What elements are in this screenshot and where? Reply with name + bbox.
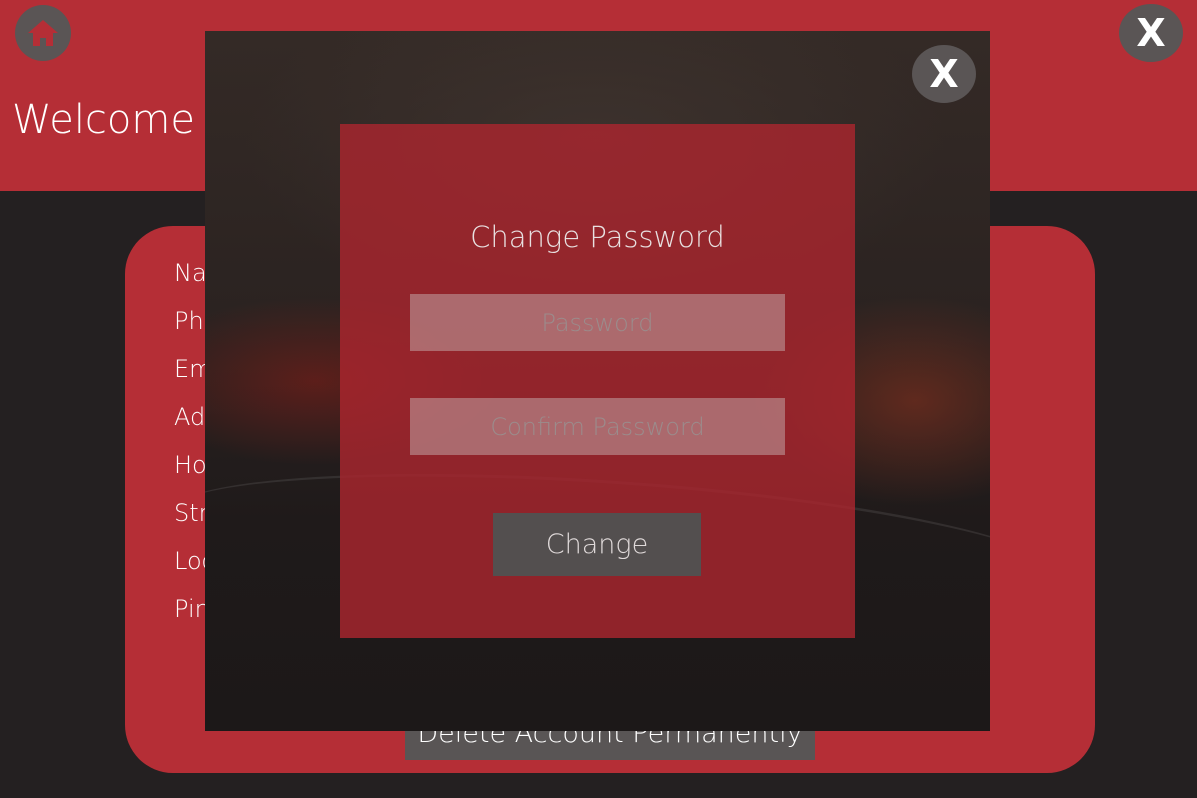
welcome-title: Welcome J [12,97,220,143]
profile-field-address: Ad [174,403,206,431]
confirm-password-input[interactable] [410,398,785,455]
password-input[interactable] [410,294,785,351]
close-modal-button[interactable]: X [912,45,976,103]
profile-field-name: Na [174,259,207,287]
home-button[interactable] [15,5,71,61]
change-button[interactable]: Change [493,513,701,576]
dialog-title: Change Password [470,220,725,254]
change-password-modal: X Change Password Change [205,31,990,731]
profile-field-phone: Ph [174,307,204,335]
profile-field-house: Ho [174,451,207,479]
home-icon [28,20,58,46]
profile-field-street: Str [174,499,209,527]
change-password-dialog: Change Password Change [340,124,855,638]
close-page-button[interactable]: X [1119,4,1183,62]
